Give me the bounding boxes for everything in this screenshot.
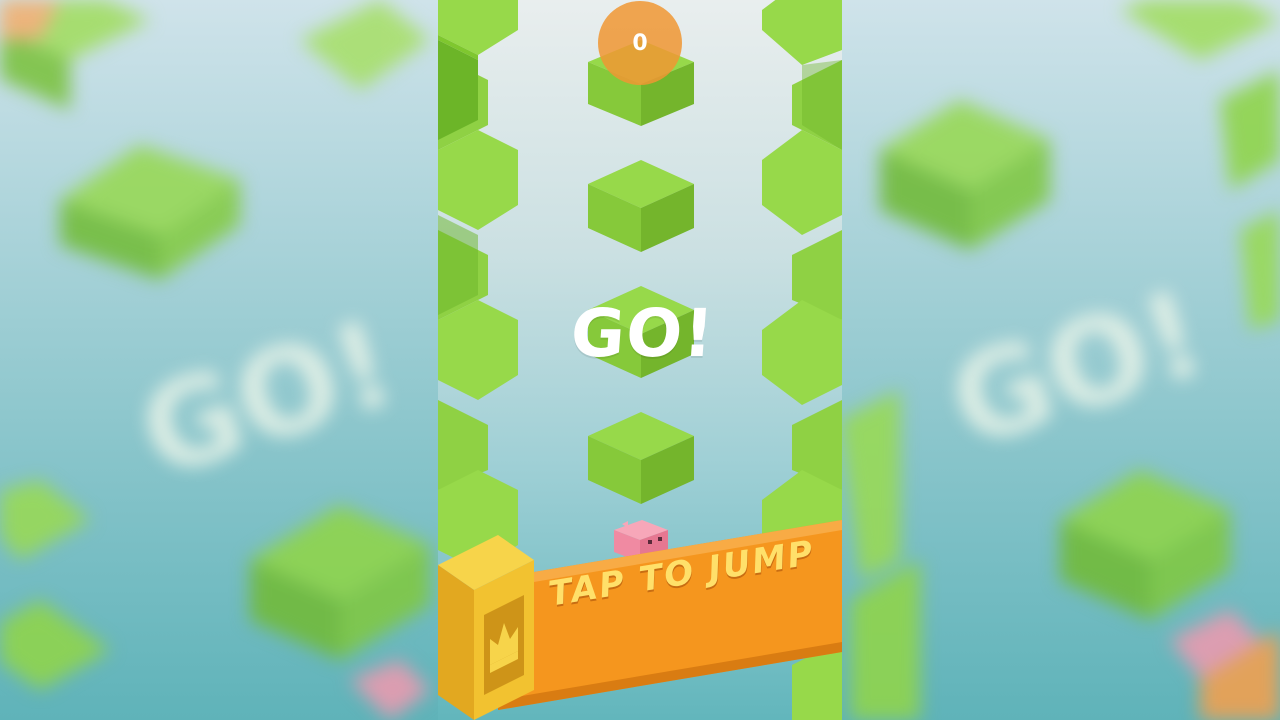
platform-cube [588,160,694,252]
score-counter: 0 [598,1,682,85]
go-message: GO! [568,295,718,372]
game-screen[interactable]: 0 GO! TAP TO JUMP [438,0,842,720]
crown-icon[interactable] [438,535,534,720]
platform-cube [588,412,694,504]
